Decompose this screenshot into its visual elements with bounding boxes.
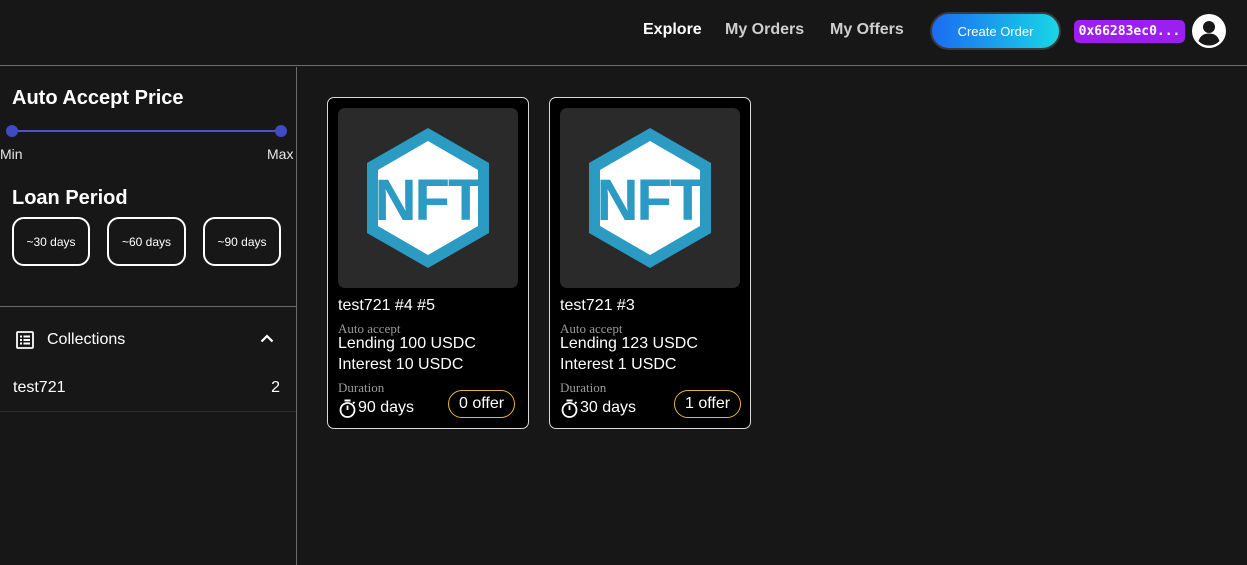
slider-min-label: Min — [0, 146, 23, 162]
lending-amount: Lending 100 USDC — [338, 335, 476, 352]
account-circle-icon[interactable] — [1192, 14, 1226, 48]
interest-amount: Interest 10 USDC — [338, 356, 464, 373]
collection-count: 2 — [271, 379, 280, 396]
period-30-days-button[interactable]: ~30 days — [12, 217, 90, 266]
price-slider-track[interactable] — [12, 130, 281, 132]
duration-label: Duration — [338, 380, 385, 395]
filter-sidebar: Auto Accept Price Min Max Loan Period ~3… — [0, 67, 297, 565]
duration-value: 30 days — [580, 399, 637, 416]
nft-image: NFT — [338, 108, 518, 288]
chevron-up-icon[interactable] — [260, 333, 274, 343]
collections-label: Collections — [47, 331, 126, 348]
wallet-address-badge[interactable]: 0x66283ec0... — [1074, 20, 1185, 43]
collection-name: test721 — [13, 379, 66, 396]
period-90-days-button[interactable]: ~90 days — [203, 217, 281, 266]
timer-icon — [561, 399, 578, 418]
interest-amount: Interest 1 USDC — [560, 356, 677, 373]
nft-order-card[interactable]: NFT test721 #3 Auto accept Lending 123 U… — [549, 97, 751, 429]
nft-image: NFT — [560, 108, 740, 288]
svg-text:NFT: NFT — [597, 168, 705, 233]
card-title: test721 #4 #5 — [338, 297, 435, 314]
collection-item-test721[interactable]: test721 2 — [0, 371, 296, 412]
duration-label: Duration — [560, 380, 607, 395]
offer-count-badge[interactable]: 1 offer — [674, 390, 742, 418]
price-slider-min-handle[interactable] — [6, 125, 18, 137]
svg-text:NFT: NFT — [375, 168, 483, 233]
timer-icon — [339, 399, 356, 418]
period-60-days-button[interactable]: ~60 days — [107, 217, 186, 266]
card-title: test721 #3 — [560, 297, 635, 314]
collections-accordion-header[interactable]: Collections — [0, 307, 296, 371]
nav-explore[interactable]: Explore — [643, 21, 702, 39]
nft-logo-icon: NFT — [367, 128, 489, 268]
create-order-button[interactable]: Create Order — [930, 12, 1061, 50]
nft-order-card[interactable]: NFT test721 #4 #5 Auto accept Lending 10… — [327, 97, 529, 429]
auto-accept-price-title: Auto Accept Price — [12, 87, 184, 109]
slider-max-label: Max — [267, 146, 294, 162]
top-navbar: Explore My Orders My Offers Create Order… — [0, 0, 1247, 66]
lending-amount: Lending 123 USDC — [560, 335, 698, 352]
nav-my-orders[interactable]: My Orders — [725, 21, 804, 39]
nav-my-offers[interactable]: My Offers — [830, 21, 904, 39]
nft-logo-icon: NFT — [589, 128, 711, 268]
offer-count-badge[interactable]: 0 offer — [448, 390, 516, 418]
loan-period-title: Loan Period — [12, 187, 128, 209]
price-slider-max-handle[interactable] — [275, 125, 287, 137]
duration-value: 90 days — [358, 399, 415, 416]
list-icon — [16, 331, 34, 349]
